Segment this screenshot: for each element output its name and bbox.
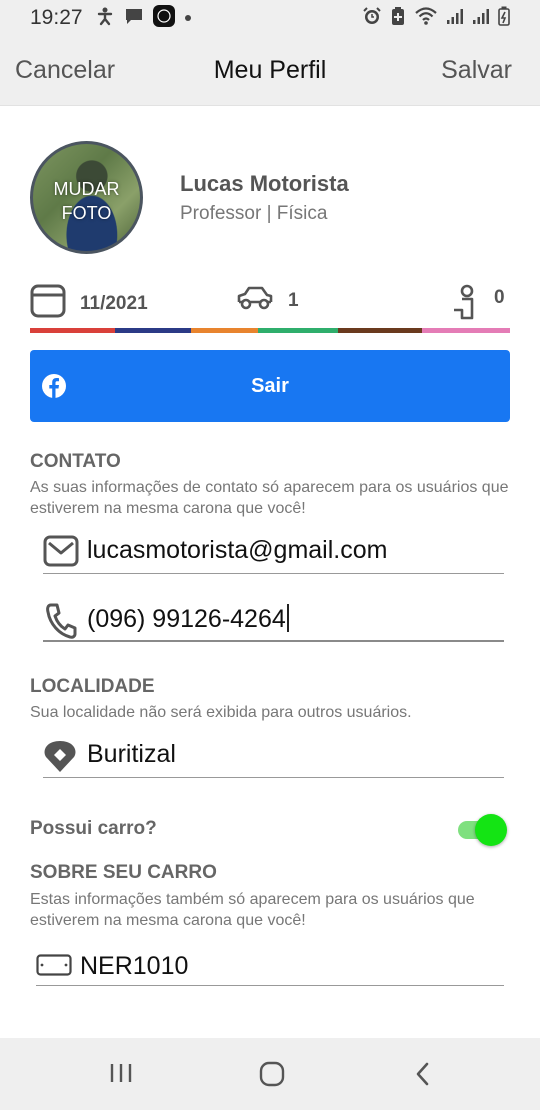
location-field[interactable]: Buritizal [43,734,504,778]
color-stripe [30,328,510,333]
profile-name: Lucas Motorista [180,171,349,196]
profile-role: Professor | Física [180,203,328,224]
stripe-segment [338,328,422,333]
member-since-stat: 11/2021 [30,284,148,323]
status-bar: 19:27 [0,0,540,36]
back-icon[interactable] [412,1060,434,1093]
member-since-value: 11/2021 [80,292,148,314]
passengers-stat: 0 [450,284,505,325]
contact-section-description: As suas informações de contato só aparec… [30,479,509,517]
contact-section-title: CONTATO [30,451,121,472]
phone-field[interactable]: (096) 99126-4264 [43,598,504,642]
signal-icon [446,7,464,30]
has-car-row: Possui carro? [30,814,510,846]
stripe-segment [258,328,338,333]
save-button[interactable]: Salvar [441,56,512,85]
avatar-label-line1: MUDAR [53,179,120,199]
calendar-icon [30,284,66,323]
phone-icon [43,602,77,645]
car-section-description: Estas informações também só aparecem par… [30,891,475,929]
battery-icon [498,6,510,31]
stripe-segment [191,328,258,333]
stripe-segment [30,328,115,333]
status-time: 19:27 [30,6,83,29]
license-plate-value: NER1010 [80,952,189,980]
facebook-logout-button[interactable]: Sair [30,350,510,422]
has-car-label: Possui carro? [30,818,157,839]
avatar-label-line2: FOTO [61,203,112,223]
car-section-title: SOBRE SEU CARRO [30,862,217,883]
wifi-icon [414,6,438,31]
license-plate-icon [36,954,72,981]
recent-apps-icon[interactable] [108,1060,134,1091]
location-section-title: LOCALIDADE [30,676,155,697]
avatar-label: MUDAR FOTO [33,177,140,225]
rides-count: 1 [288,289,299,311]
license-plate-field[interactable]: NER1010 [36,948,504,986]
mail-icon [43,534,79,573]
text-caret [286,604,289,632]
facebook-logout-label: Sair [251,375,289,397]
stripe-segment [115,328,191,333]
app-badge-icon [152,4,175,32]
home-icon[interactable] [258,1060,286,1093]
stats-row: 11/2021 1 0 [30,284,510,320]
passenger-icon [450,284,480,325]
system-navigation-bar [0,1038,540,1110]
location-section-description: Sua localidade não será exibida para out… [30,704,412,721]
toggle-knob [475,814,507,846]
phone-value-text: (096) 99126-4264 [87,605,286,633]
message-icon [124,6,144,31]
passengers-count: 0 [494,286,505,308]
cancel-button[interactable]: Cancelar [15,56,115,85]
signal-icon [472,7,490,30]
rides-stat: 1 [236,284,299,317]
accessibility-icon [95,6,115,31]
dot-icon [184,9,192,27]
location-value: Buritizal [87,740,176,768]
email-value: lucasmotorista@gmail.com [87,536,388,564]
top-nav: Cancelar Meu Perfil Salvar [0,36,540,106]
stripe-segment [422,328,510,333]
car-icon [236,284,274,317]
has-car-toggle[interactable] [458,814,507,846]
avatar-change-photo[interactable]: MUDAR FOTO [30,141,143,254]
location-pin-icon [43,738,77,779]
battery-saver-icon [390,6,406,31]
phone-value: (096) 99126-4264 [87,604,289,634]
alarm-icon [362,6,382,31]
email-field[interactable]: lucasmotorista@gmail.com [43,530,504,574]
